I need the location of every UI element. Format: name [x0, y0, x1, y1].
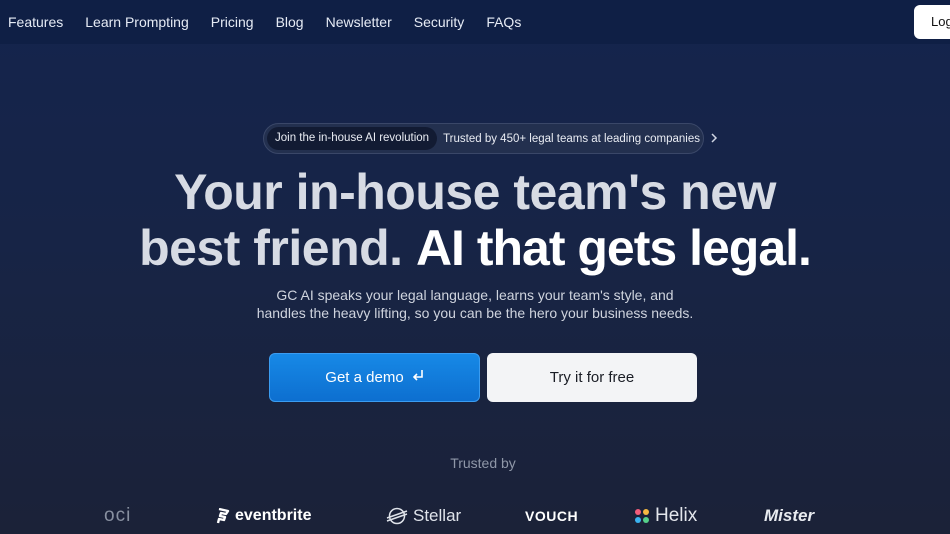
try-it-for-free-label: Try it for free	[549, 369, 635, 386]
get-a-demo-label: Get a demo	[325, 369, 404, 386]
subheadline-line-1: GC AI speaks your legal language, learns…	[276, 287, 674, 303]
eventbrite-logo: eventbrite	[216, 502, 311, 530]
helix-logo-text: Helix	[655, 505, 698, 526]
hero-headline: Your in-house team's new best friend. AI…	[0, 164, 950, 276]
headline-line-1: Your in-house team's new	[174, 164, 776, 220]
chevron-right-icon	[710, 131, 718, 146]
mister-logo: Mister	[764, 502, 814, 530]
eventbrite-logo-text: eventbrite	[235, 507, 312, 524]
helix-mark-icon	[635, 509, 649, 523]
try-it-for-free-button[interactable]: Try it for free	[487, 353, 697, 402]
nav-link-learn-prompting[interactable]: Learn Prompting	[85, 14, 189, 30]
stellar-logo: Stellar	[386, 502, 461, 530]
vouch-logo-text: VOUCH	[525, 508, 579, 524]
nav-links: Features Learn Prompting Pricing Blog Ne…	[0, 14, 543, 30]
announcement-text: Trusted by 450+ legal teams at leading c…	[443, 132, 700, 145]
headline-line-2-light: best friend.	[139, 220, 403, 276]
announcement-pill[interactable]: Join the in-house AI revolution Trusted …	[263, 123, 718, 154]
nav-link-blog[interactable]: Blog	[276, 14, 304, 30]
stellar-mark-icon	[386, 507, 408, 525]
top-navigation: Features Learn Prompting Pricing Blog Ne…	[0, 0, 950, 44]
login-button[interactable]: Log	[914, 5, 950, 39]
nav-link-faqs[interactable]: FAQs	[486, 14, 521, 30]
helix-logo: Helix	[634, 502, 697, 530]
headline-line-2-bold: AI that gets legal.	[415, 220, 812, 276]
oci-logo-text: oci	[104, 505, 132, 526]
enter-arrow-icon	[412, 369, 424, 386]
announcement-tag: Join the in-house AI revolution	[267, 127, 438, 150]
get-a-demo-button[interactable]: Get a demo	[269, 353, 480, 402]
vouch-logo: VOUCH	[525, 502, 578, 530]
trusted-by-label: Trusted by	[450, 455, 516, 471]
nav-link-pricing[interactable]: Pricing	[211, 14, 254, 30]
nav-link-security[interactable]: Security	[414, 14, 465, 30]
stellar-logo-text: Stellar	[413, 506, 462, 525]
customer-logos: oci eventbrite Stellar VOUCH Helix Miste…	[0, 502, 950, 532]
mister-logo-text: Mister	[764, 506, 815, 525]
eventbrite-mark-icon	[216, 508, 230, 524]
subheadline-line-2: handles the heavy lifting, so you can be…	[256, 305, 694, 321]
nav-link-newsletter[interactable]: Newsletter	[326, 14, 392, 30]
oci-logo: oci	[104, 502, 131, 530]
nav-link-features[interactable]: Features	[8, 14, 63, 30]
hero-subheadline: GC AI speaks your legal language, learns…	[0, 286, 950, 322]
